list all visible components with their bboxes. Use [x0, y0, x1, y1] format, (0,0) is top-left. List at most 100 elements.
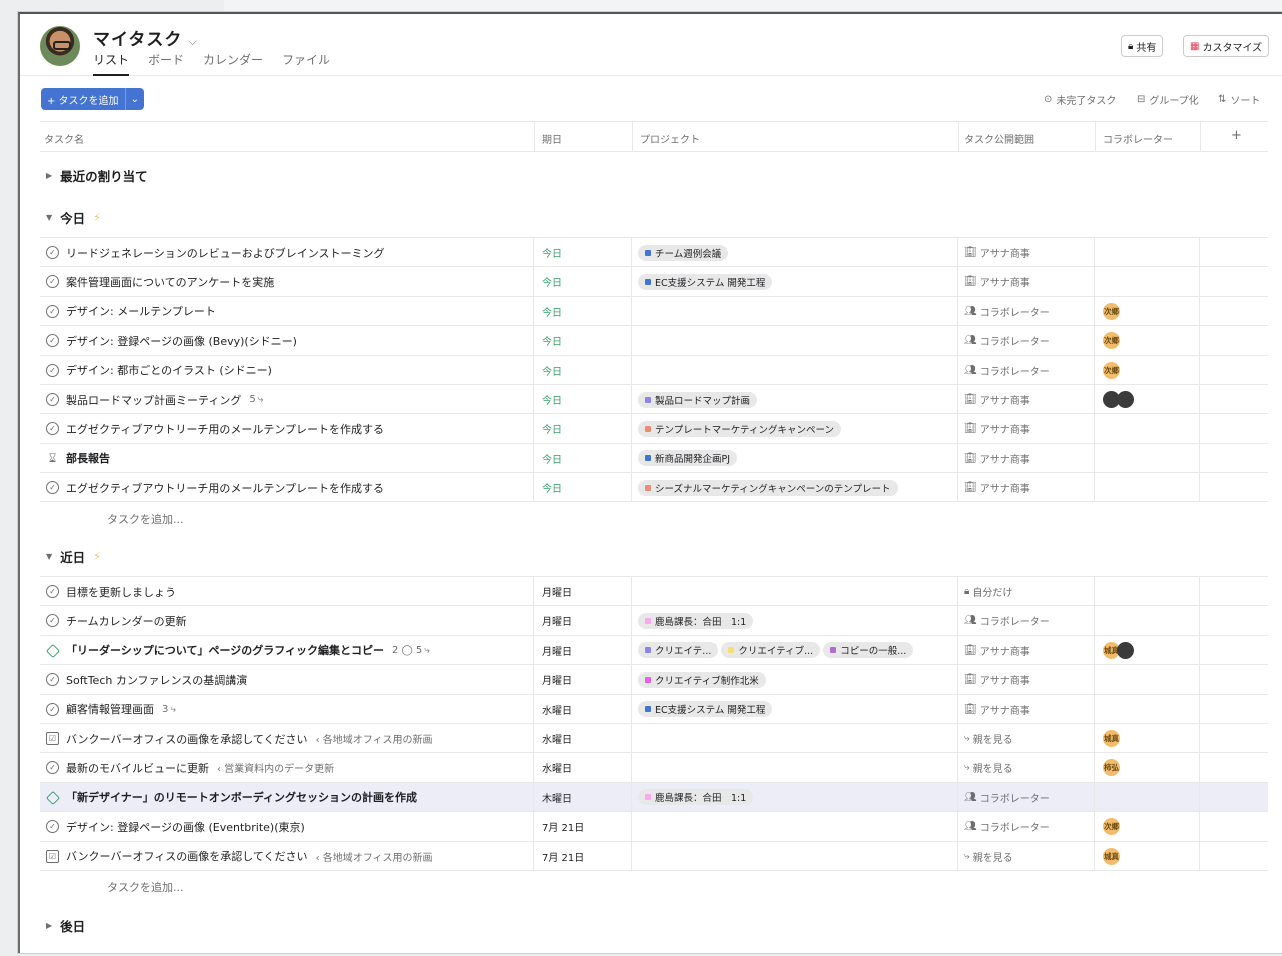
add-task-inline-today[interactable]: タスクを追加...	[107, 511, 184, 527]
project-pill[interactable]: EC支援システム 開発工程	[638, 273, 773, 290]
complete-check-icon[interactable]: ✓	[46, 614, 59, 628]
task-row[interactable]: ✓ デザイン: 登録ページの画像 (Eventbrite)(東京) 7月 21日 👥︎…	[40, 811, 1268, 842]
collaborator-avatar[interactable]: 城真	[1103, 847, 1120, 865]
task-name-cell[interactable]: ✓ デザイン: 登録ページの画像 (Eventbrite)(東京)	[40, 812, 534, 842]
task-name-cell[interactable]: ✓ チームカレンダーの更新	[40, 606, 534, 636]
task-title[interactable]: SoftTech カンファレンスの基調講演	[66, 672, 247, 688]
chevron-down-icon[interactable]: ⌄	[126, 94, 144, 105]
subtask-count[interactable]: 5	[249, 394, 255, 405]
section-later[interactable]: ▶ 後日	[46, 916, 85, 935]
task-title[interactable]: デザイン: 都市ごとのイラスト (シドニー)	[66, 362, 272, 378]
project-pill[interactable]: クリエイテ...	[638, 642, 719, 659]
collaborator-avatar[interactable]: 柿弘	[1103, 759, 1120, 777]
section-today[interactable]: ▼ 今日 ⚡	[46, 208, 101, 227]
project-cell[interactable]: クリエイティブ制作北米	[632, 665, 958, 695]
collaborator-cell[interactable]	[1095, 606, 1200, 636]
task-row[interactable]: ⌛︎ 部長報告 今日 新商品開発企画PJ 🏢︎ アサナ商事	[40, 442, 1268, 473]
project-pill[interactable]: 鹿島課長：合田 1:1	[638, 789, 754, 806]
collaborator-cell[interactable]	[1095, 782, 1200, 812]
task-name-cell[interactable]: ✓ エグゼクティブアウトリーチ用のメールテンプレートを作成する	[40, 473, 534, 503]
due-date-cell[interactable]: 水曜日	[534, 753, 632, 783]
collaborator-cell[interactable]	[1095, 665, 1200, 695]
visibility-cell[interactable]: 🏢︎ アサナ商事	[958, 665, 1095, 695]
collaborator-cell[interactable]: 城真	[1095, 724, 1200, 753]
task-title[interactable]: デザイン: 登録ページの画像 (Eventbrite)(東京)	[66, 819, 305, 835]
visibility-cell[interactable]: ⤷ 親を見る	[958, 724, 1095, 753]
subtask-count[interactable]: 3	[162, 704, 168, 715]
task-title[interactable]: エグゼクティブアウトリーチ用のメールテンプレートを作成する	[66, 421, 384, 437]
due-date-cell[interactable]: 月曜日	[534, 577, 632, 606]
visibility-cell[interactable]: 👥︎ コラボレーター	[958, 812, 1095, 842]
collaborator-cell[interactable]	[1095, 267, 1200, 297]
project-cell[interactable]	[632, 812, 958, 842]
project-cell[interactable]	[632, 753, 958, 783]
task-title[interactable]: 最新のモバイルビューに更新	[66, 760, 209, 776]
task-row[interactable]: ☑ バンクーバーオフィスの画像を承認してください ‹ 各地域オフィス用の新画 水曜日 ⤷…	[40, 723, 1268, 753]
share-button[interactable]: 🔒︎ 共有	[1121, 35, 1164, 57]
task-title[interactable]: バンクーバーオフィスの画像を承認してください	[66, 731, 308, 747]
due-date-cell[interactable]: 月曜日	[534, 606, 632, 636]
task-row[interactable]: ✓ チームカレンダーの更新 月曜日 鹿島課長：合田 1:1 👥︎ コラボレーター	[40, 605, 1268, 636]
project-cell[interactable]: テンプレートマーケティングキャンペーン	[632, 414, 958, 444]
parent-task-link[interactable]: ‹ 各地域オフィス用の新画	[316, 731, 433, 746]
due-date-cell[interactable]: 月曜日	[534, 635, 632, 665]
complete-check-icon[interactable]: ✓	[46, 275, 59, 289]
task-title[interactable]: 「リーダーシップについて」ページのグラフィック編集とコピー	[66, 642, 384, 658]
visibility-cell[interactable]: 👥︎ コラボレーター	[958, 326, 1095, 356]
complete-check-icon[interactable]: ✓	[46, 363, 59, 377]
due-date-cell[interactable]: 水曜日	[534, 694, 632, 724]
add-column-button[interactable]: +	[1231, 128, 1242, 143]
collaborator-cell[interactable]	[1095, 238, 1200, 267]
complete-check-icon[interactable]: ✓	[46, 422, 59, 436]
parent-task-link[interactable]: ‹ 各地域オフィス用の新画	[316, 849, 433, 864]
task-title[interactable]: 製品ロードマップ計画ミーティング	[66, 392, 241, 408]
collaborator-cell[interactable]	[1095, 577, 1200, 606]
task-title[interactable]: 「新デザイナー」のリモートオンボーディングセッションの計画を作成	[66, 789, 417, 805]
complete-check-icon[interactable]: ✓	[46, 481, 59, 495]
task-name-cell[interactable]: ✓ 顧客情報管理画面 3 ⤷	[40, 694, 534, 724]
task-title[interactable]: 案件管理画面についてのアンケートを実施	[66, 274, 274, 290]
complete-check-icon[interactable]: ✓	[46, 702, 59, 716]
task-row[interactable]: ✓ 目標を更新しましょう 月曜日 🔒︎ 自分だけ	[40, 576, 1268, 606]
visibility-cell[interactable]: 👥︎ コラボレーター	[958, 606, 1095, 636]
milestone-diamond-icon[interactable]	[45, 643, 61, 658]
tab-list[interactable]: リスト	[93, 51, 130, 76]
task-row[interactable]: 「リーダーシップについて」ページのグラフィック編集とコピー 2 ◯ 5 ⤷ 月曜日 クリ…	[40, 634, 1268, 665]
add-task-button[interactable]: + タスクを追加 ⌄	[41, 88, 144, 110]
project-cell[interactable]: シーズナルマーケティングキャンペーンのテンプレート	[632, 473, 958, 503]
task-row[interactable]: ✓ リードジェネレーションのレビューおよびブレインストーミング 今日 チーム週例会議 🏢…	[40, 237, 1268, 267]
collaborator-cell[interactable]: 次郷	[1095, 355, 1200, 385]
collaborator-cell[interactable]: 柿弘	[1095, 753, 1200, 783]
task-row[interactable]: ✓ エグゼクティブアウトリーチ用のメールテンプレートを作成する 今日 シーズナルマーケ…	[40, 472, 1268, 503]
visibility-cell[interactable]: 👥︎ コラボレーター	[958, 296, 1095, 326]
visibility-cell[interactable]: 👥︎ コラボレーター	[958, 782, 1095, 812]
task-row[interactable]: ✓ 顧客情報管理画面 3 ⤷ 水曜日 EC支援システム 開発工程 🏢︎ アサナ商事	[40, 693, 1268, 724]
task-name-cell[interactable]: 「新デザイナー」のリモートオンボーディングセッションの計画を作成	[40, 782, 534, 812]
user-avatar[interactable]	[40, 26, 80, 66]
task-name-cell[interactable]: ✓ 目標を更新しましょう	[40, 577, 534, 606]
collaborator-cell[interactable]	[1095, 385, 1200, 414]
task-title[interactable]: 部長報告	[66, 450, 110, 466]
visibility-cell[interactable]: 👥︎ コラボレーター	[958, 355, 1095, 385]
project-cell[interactable]	[632, 841, 958, 871]
project-cell[interactable]: クリエイテ... クリエイティブ... コピーの一般...	[632, 635, 958, 665]
visibility-cell[interactable]: 🏢︎ アサナ商事	[958, 635, 1095, 665]
complete-check-icon[interactable]: ✓	[46, 585, 59, 598]
task-title[interactable]: バンクーバーオフィスの画像を承認してください	[66, 848, 308, 864]
visibility-cell[interactable]: 🏢︎ アサナ商事	[958, 414, 1095, 444]
collaborator-photo-avatar[interactable]	[1117, 391, 1134, 408]
section-soon[interactable]: ▼ 近日 ⚡	[46, 547, 101, 566]
project-cell[interactable]	[632, 296, 958, 326]
due-date-cell[interactable]: 今日	[534, 296, 632, 326]
visibility-cell[interactable]: 🏢︎ アサナ商事	[958, 443, 1095, 473]
task-row[interactable]: ✓ 最新のモバイルビューに更新 ‹ 営業資料内のデータ更新 水曜日 ⤷ 親を見る 柿弘	[40, 752, 1268, 783]
due-date-cell[interactable]: 木曜日	[534, 782, 632, 812]
column-project[interactable]: プロジェクト	[640, 131, 700, 146]
column-task-name[interactable]: タスク名	[44, 131, 84, 146]
tab-calendar[interactable]: カレンダー	[203, 51, 263, 76]
project-pill[interactable]: EC支援システム 開発工程	[638, 701, 773, 718]
visibility-cell[interactable]: 🏢︎ アサナ商事	[958, 694, 1095, 724]
project-pill[interactable]: 新商品開発企画PJ	[638, 450, 738, 467]
due-date-cell[interactable]: 今日	[534, 473, 632, 503]
collaborator-cell[interactable]	[1095, 473, 1200, 503]
